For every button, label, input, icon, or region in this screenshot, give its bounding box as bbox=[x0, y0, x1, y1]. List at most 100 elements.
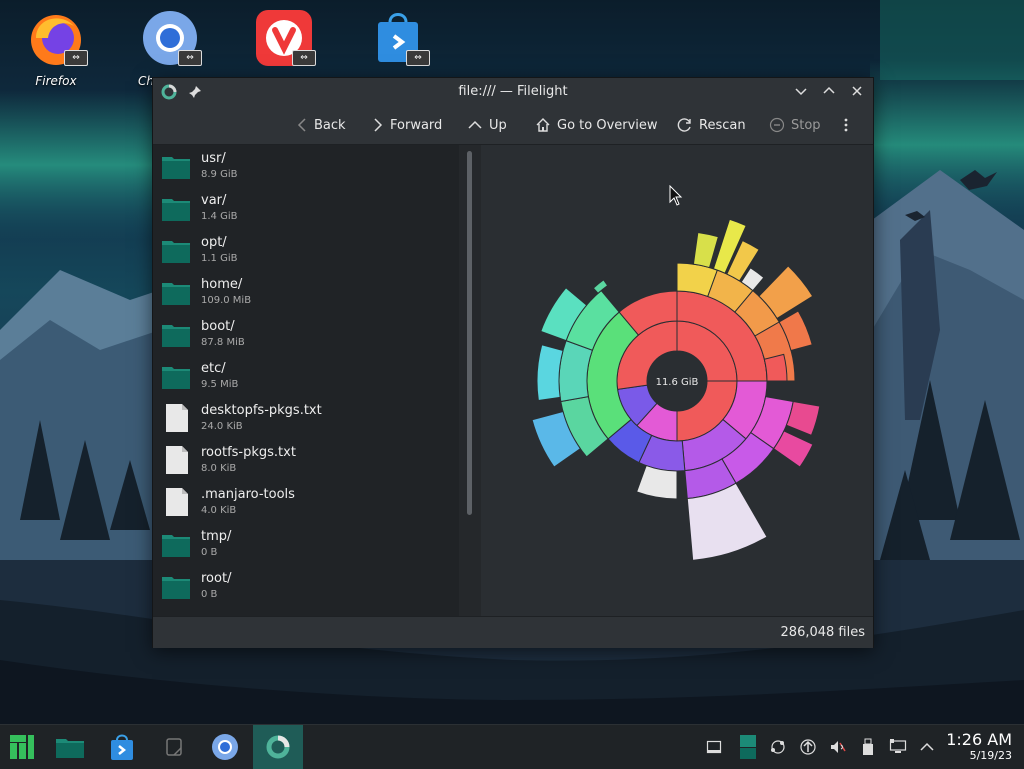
clock[interactable]: 1:26 AM 5/19/23 bbox=[946, 730, 1012, 762]
radial-segment[interactable] bbox=[763, 353, 788, 382]
title-bar[interactable]: file:/// — Filelight bbox=[153, 78, 873, 106]
tray-usb[interactable] bbox=[858, 737, 878, 757]
file-list-item[interactable]: tmp/0 B bbox=[153, 523, 459, 565]
chevron-up-icon bbox=[468, 120, 482, 129]
taskbar-dolphin[interactable] bbox=[52, 729, 88, 765]
back-button[interactable]: Back bbox=[296, 114, 346, 136]
file-size: 9.5 MiB bbox=[201, 379, 239, 390]
show-desktop-button[interactable] bbox=[704, 737, 724, 757]
desktop-icon-chromium[interactable]: ⇔ Ch bbox=[122, 8, 218, 88]
filelight-icon bbox=[266, 735, 290, 759]
file-size: 87.8 MiB bbox=[201, 337, 245, 348]
rescan-label: Rescan bbox=[699, 117, 746, 133]
application-launcher-button[interactable] bbox=[4, 729, 40, 765]
folder-icon bbox=[161, 529, 191, 559]
file-list-item[interactable]: desktopfs-pkgs.txt 24.0 KiB bbox=[153, 397, 459, 439]
link-badge-icon: ⇔ bbox=[292, 50, 316, 66]
toolbar: Back Forward Up Go to Overview Rescan St… bbox=[153, 106, 873, 145]
usb-drive-icon bbox=[863, 738, 873, 755]
minimize-button[interactable] bbox=[793, 83, 809, 99]
taskbar-chromium[interactable] bbox=[207, 729, 243, 765]
radial-map[interactable]: 11.6 GiB bbox=[481, 145, 873, 616]
folder-icon bbox=[161, 235, 191, 265]
file-name: etc/ bbox=[201, 361, 226, 376]
file-icon bbox=[161, 403, 191, 433]
folder-icon bbox=[56, 739, 84, 758]
file-list-scrollbar[interactable] bbox=[459, 145, 482, 616]
file-size: 109.0 MiB bbox=[201, 295, 252, 306]
maximize-button[interactable] bbox=[821, 83, 837, 99]
tray-network[interactable] bbox=[768, 737, 788, 757]
desktop-icon-vivaldi[interactable]: ⇔ bbox=[236, 8, 332, 74]
more-menu-button[interactable] bbox=[843, 114, 849, 136]
radial-segment[interactable] bbox=[536, 344, 564, 402]
up-button[interactable]: Up bbox=[467, 114, 507, 136]
tray-terminal[interactable] bbox=[738, 735, 758, 759]
file-list-item[interactable]: usr/8.9 GiB bbox=[153, 145, 459, 187]
tray-volume[interactable] bbox=[828, 737, 848, 757]
file-list-item[interactable]: rootfs-pkgs.txt 8.0 KiB bbox=[153, 439, 459, 481]
file-size: 24.0 KiB bbox=[201, 421, 243, 432]
vivaldi-icon: ⇔ bbox=[254, 8, 316, 68]
radial-segment[interactable] bbox=[592, 279, 609, 295]
radial-segment[interactable] bbox=[558, 340, 594, 403]
link-badge-icon: ⇔ bbox=[406, 50, 430, 66]
radial-map-view[interactable]: 11.6 GiB bbox=[481, 145, 873, 616]
file-size: 0 B bbox=[201, 589, 218, 600]
go-to-overview-button[interactable]: Go to Overview bbox=[535, 114, 658, 136]
file-list-item[interactable]: opt/1.1 GiB bbox=[153, 229, 459, 271]
chevron-left-icon bbox=[297, 118, 306, 132]
desktop-icon-store[interactable]: ⇔ bbox=[350, 8, 446, 74]
taskbar-notes[interactable] bbox=[156, 729, 192, 765]
link-badge-icon: ⇔ bbox=[64, 50, 88, 66]
window-icon bbox=[706, 740, 722, 754]
taskbar-filelight[interactable] bbox=[253, 725, 303, 769]
file-count: 286,048 files bbox=[780, 625, 865, 640]
file-size: 0 B bbox=[201, 547, 218, 558]
taskbar-store[interactable] bbox=[104, 729, 140, 765]
file-list-item[interactable]: home/109.0 MiB bbox=[153, 271, 459, 313]
scrollbar-thumb[interactable] bbox=[467, 151, 472, 515]
folder-icon bbox=[161, 361, 191, 391]
kebab-menu-icon bbox=[844, 118, 848, 132]
volume-muted-icon bbox=[831, 741, 846, 753]
file-list-item[interactable]: root/0 B bbox=[153, 565, 459, 607]
home-icon bbox=[536, 118, 550, 132]
tray-updates[interactable] bbox=[798, 737, 818, 757]
tray-display[interactable] bbox=[888, 737, 908, 757]
file-list-item[interactable]: boot/87.8 MiB bbox=[153, 313, 459, 355]
file-list: usr/8.9 GiB var/1.4 GiB opt/1.1 GiB home/10… bbox=[153, 145, 459, 616]
file-name: .manjaro-tools bbox=[201, 487, 295, 502]
radial-center-label: 11.6 GiB bbox=[656, 377, 699, 388]
clock-time: 1:26 AM bbox=[946, 730, 1012, 749]
chevron-right-icon bbox=[374, 118, 383, 132]
manjaro-logo-icon bbox=[10, 735, 34, 759]
close-button[interactable] bbox=[849, 83, 865, 99]
chromium-icon: ⇔ bbox=[140, 8, 202, 68]
desktop-icon-firefox[interactable]: ⇔ Firefox bbox=[8, 8, 104, 88]
radial-segment[interactable] bbox=[692, 231, 719, 269]
file-name: home/ bbox=[201, 277, 243, 292]
network-icon bbox=[771, 740, 785, 754]
file-size: 1.4 GiB bbox=[201, 211, 238, 222]
forward-button[interactable]: Forward bbox=[372, 114, 442, 136]
store-bag-icon bbox=[111, 734, 133, 760]
radial-segment[interactable] bbox=[636, 464, 678, 500]
stop-button[interactable]: Stop bbox=[769, 114, 821, 136]
file-icon bbox=[161, 487, 191, 517]
file-size: 8.0 KiB bbox=[201, 463, 237, 474]
file-name: root/ bbox=[201, 571, 232, 586]
rescan-button[interactable]: Rescan bbox=[677, 114, 746, 136]
file-name: var/ bbox=[201, 193, 227, 208]
tray-expand-button[interactable] bbox=[917, 737, 937, 757]
folder-icon bbox=[161, 319, 191, 349]
file-list-item[interactable]: var/1.4 GiB bbox=[153, 187, 459, 229]
status-bar: 286,048 files bbox=[153, 616, 873, 648]
taskbar: 1:26 AM 5/19/23 bbox=[0, 724, 1024, 769]
folder-icon bbox=[161, 277, 191, 307]
file-list-item[interactable]: etc/9.5 MiB bbox=[153, 355, 459, 397]
chromium-icon bbox=[212, 734, 238, 760]
link-badge-icon: ⇔ bbox=[178, 50, 202, 66]
file-list-item[interactable]: .manjaro-tools 4.0 KiB bbox=[153, 481, 459, 523]
refresh-icon bbox=[677, 118, 691, 132]
